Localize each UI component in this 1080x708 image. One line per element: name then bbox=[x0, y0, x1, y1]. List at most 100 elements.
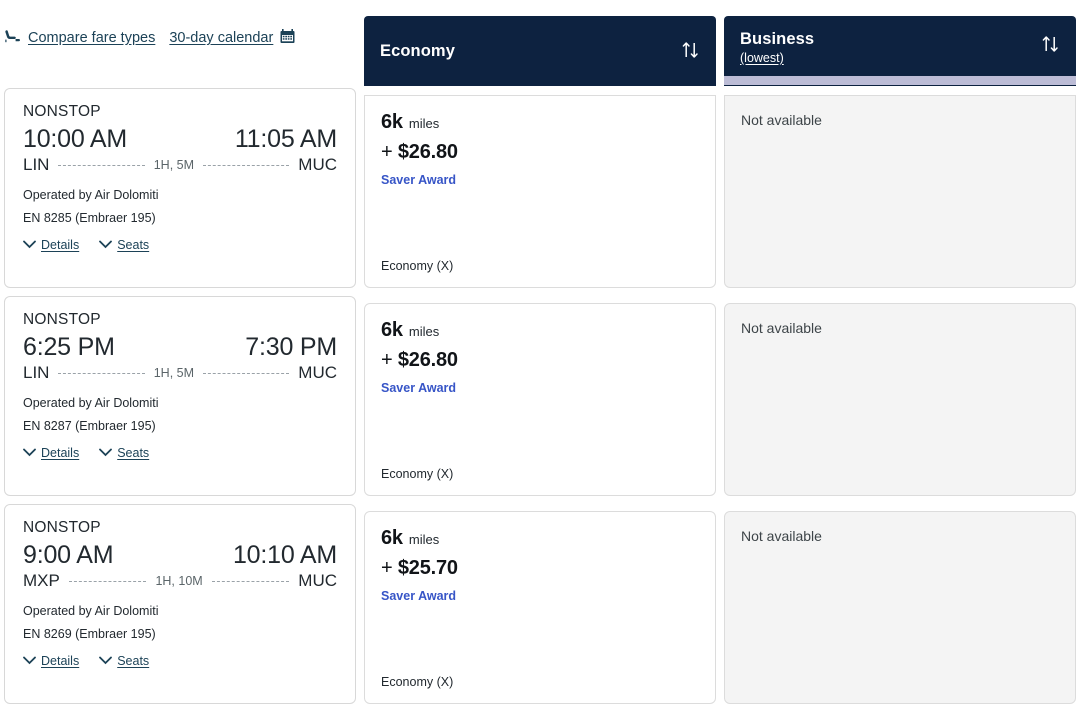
miles-amount: 6k bbox=[381, 527, 403, 549]
thirty-day-calendar-link[interactable]: 30-day calendar bbox=[169, 28, 295, 48]
destination-code: MUC bbox=[298, 571, 337, 590]
not-available-label: Not available bbox=[741, 112, 822, 128]
flight-duration: 1H, 5M bbox=[153, 158, 195, 172]
details-link[interactable]: Details bbox=[23, 238, 79, 252]
depart-time: 6:25 PM bbox=[23, 333, 115, 361]
arrive-time: 10:10 AM bbox=[232, 541, 337, 569]
miles-amount: 6k bbox=[381, 111, 403, 133]
details-link[interactable]: Details bbox=[23, 446, 79, 460]
route-line-right bbox=[203, 372, 290, 374]
cash-amount: $25.70 bbox=[397, 557, 458, 579]
chevron-down-icon bbox=[99, 654, 113, 668]
fare-cell-economy[interactable]: 6k miles + $26.80 Saver Award Economy (X… bbox=[364, 95, 716, 288]
arrive-time: 7:30 PM bbox=[245, 333, 337, 361]
sort-arrows-icon[interactable] bbox=[681, 40, 700, 63]
compare-fare-types-link[interactable]: Compare fare types bbox=[4, 28, 155, 48]
miles-line: 6k miles bbox=[381, 111, 699, 134]
flight-times: 6:25 PM 7:30 PM bbox=[23, 333, 337, 362]
cash-amount-line: + $25.70 bbox=[381, 557, 699, 580]
chevron-down-icon bbox=[23, 446, 36, 460]
fare-cell-business: Not available bbox=[724, 511, 1076, 704]
column-title-business: Business bbox=[740, 30, 815, 48]
award-type-label: Saver Award bbox=[381, 381, 457, 395]
origin-code: LIN bbox=[23, 155, 50, 174]
seat-icon bbox=[4, 28, 21, 48]
flight-duration: 1H, 10M bbox=[155, 574, 203, 588]
fare-cell-economy[interactable]: 6k miles + $26.80 Saver Award Economy (X… bbox=[364, 303, 716, 496]
miles-amount: 6k bbox=[381, 319, 403, 341]
route-line-left bbox=[58, 164, 145, 166]
plus-sign: + bbox=[381, 349, 393, 371]
cash-amount-line: + $26.80 bbox=[381, 141, 699, 164]
column-header-economy: Economy bbox=[364, 16, 716, 86]
miles-unit: miles bbox=[408, 532, 440, 547]
flight-card-links: Details Seats bbox=[23, 238, 337, 252]
flight-number-label: EN 8269 (Embraer 195) bbox=[23, 627, 156, 641]
cabin-class-label: Economy (X) bbox=[381, 675, 454, 689]
cash-amount: $26.80 bbox=[397, 349, 458, 371]
flight-results-page: Compare fare types 30-day calendar Econo… bbox=[0, 0, 1080, 708]
seats-link[interactable]: Seats bbox=[99, 238, 149, 252]
seats-label: Seats bbox=[117, 654, 150, 668]
column-subtitle-business-lowest[interactable]: (lowest) bbox=[740, 51, 814, 65]
details-label: Details bbox=[41, 654, 80, 668]
seats-label: Seats bbox=[117, 446, 150, 460]
fare-cell-business: Not available bbox=[724, 95, 1076, 288]
flight-card[interactable]: NONSTOP 10:00 AM 11:05 AM LIN 1H, 5M MUC… bbox=[4, 88, 356, 288]
chevron-down-icon bbox=[99, 446, 113, 460]
details-link[interactable]: Details bbox=[23, 654, 79, 668]
operator-label: Operated by Air Dolomiti bbox=[23, 604, 159, 618]
column-header-business-text: Business (lowest) bbox=[740, 30, 814, 65]
table-row: NONSTOP 10:00 AM 11:05 AM LIN 1H, 5M MUC… bbox=[0, 88, 1080, 288]
flight-card[interactable]: NONSTOP 9:00 AM 10:10 AM MXP 1H, 10M MUC… bbox=[4, 504, 356, 704]
flight-number-label: EN 8285 (Embraer 195) bbox=[23, 211, 156, 225]
route-line-left bbox=[68, 580, 147, 582]
thirty-day-calendar-label: 30-day calendar bbox=[169, 30, 274, 46]
miles-line: 6k miles bbox=[381, 527, 699, 550]
plus-sign: + bbox=[381, 557, 393, 579]
column-title-economy: Economy bbox=[380, 41, 455, 60]
column-header-economy-text: Economy bbox=[380, 42, 455, 61]
miles-line: 6k miles bbox=[381, 319, 699, 342]
operator-label: Operated by Air Dolomiti bbox=[23, 396, 159, 410]
stops-label: NONSTOP bbox=[23, 519, 101, 536]
flight-card-links: Details Seats bbox=[23, 654, 337, 668]
sort-arrows-icon[interactable] bbox=[1041, 34, 1060, 57]
fare-cell-business: Not available bbox=[724, 303, 1076, 496]
miles-unit: miles bbox=[408, 324, 440, 339]
seats-link[interactable]: Seats bbox=[99, 654, 149, 668]
cabin-class-label: Economy (X) bbox=[381, 467, 454, 481]
plus-sign: + bbox=[381, 141, 393, 163]
depart-time: 9:00 AM bbox=[23, 541, 114, 569]
flight-route: MXP 1H, 10M MUC bbox=[23, 571, 337, 591]
route-line-left bbox=[58, 372, 145, 374]
route-line-right bbox=[211, 580, 290, 582]
destination-code: MUC bbox=[298, 363, 338, 382]
arrive-time: 11:05 AM bbox=[234, 125, 337, 153]
not-available-label: Not available bbox=[741, 320, 822, 336]
flight-route: LIN 1H, 5M MUC bbox=[23, 155, 337, 175]
route-line-right bbox=[203, 164, 290, 166]
chevron-down-icon bbox=[99, 238, 113, 252]
chevron-down-icon bbox=[23, 654, 36, 668]
table-row: NONSTOP 9:00 AM 10:10 AM MXP 1H, 10M MUC… bbox=[0, 504, 1080, 704]
cabin-class-label: Economy (X) bbox=[381, 259, 454, 273]
fare-cell-economy[interactable]: 6k miles + $25.70 Saver Award Economy (X… bbox=[364, 511, 716, 704]
details-label: Details bbox=[41, 446, 80, 460]
flight-card-links: Details Seats bbox=[23, 446, 337, 460]
flight-route: LIN 1H, 5M MUC bbox=[23, 363, 337, 383]
business-accent-bar bbox=[724, 76, 1076, 85]
fare-toolbar: Compare fare types 30-day calendar bbox=[0, 0, 360, 76]
not-available-label: Not available bbox=[741, 528, 822, 544]
compare-fare-types-label: Compare fare types bbox=[28, 30, 156, 46]
seats-label: Seats bbox=[117, 238, 150, 252]
cash-amount: $26.80 bbox=[397, 141, 458, 163]
award-type-label: Saver Award bbox=[381, 589, 457, 603]
flight-number-label: EN 8287 (Embraer 195) bbox=[23, 419, 156, 433]
flight-card[interactable]: NONSTOP 6:25 PM 7:30 PM LIN 1H, 5M MUC O… bbox=[4, 296, 356, 496]
origin-code: MXP bbox=[23, 571, 60, 590]
stops-label: NONSTOP bbox=[23, 311, 101, 328]
stops-label: NONSTOP bbox=[23, 103, 101, 120]
origin-code: LIN bbox=[23, 363, 50, 382]
seats-link[interactable]: Seats bbox=[99, 446, 149, 460]
